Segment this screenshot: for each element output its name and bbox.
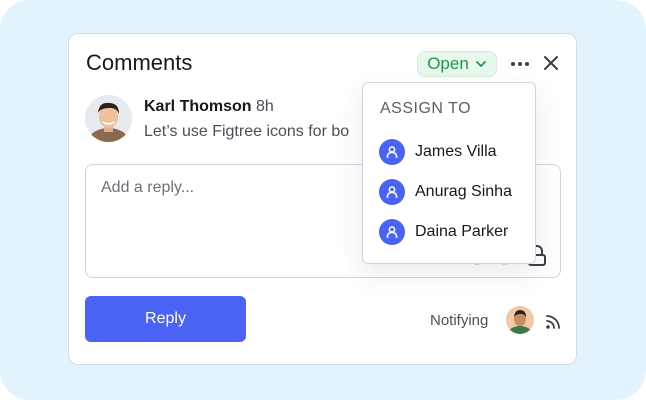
comment-text: Let’s use Figtree icons for bo bbox=[144, 123, 350, 140]
user-icon bbox=[379, 219, 405, 245]
assign-menu: ASSIGN TO James Villa Anurag Sinha Daina… bbox=[362, 82, 536, 264]
assign-user-name: Daina Parker bbox=[415, 223, 509, 240]
assign-menu-header: ASSIGN TO bbox=[380, 100, 472, 117]
comment-timestamp: 8h bbox=[256, 98, 274, 115]
notified-user-avatar[interactable] bbox=[506, 306, 534, 334]
reply-button[interactable]: Reply bbox=[85, 296, 246, 342]
reply-placeholder: Add a reply... bbox=[101, 179, 195, 196]
chevron-down-icon bbox=[475, 61, 486, 67]
assign-user-item[interactable]: James Villa bbox=[379, 138, 497, 166]
assign-user-name: Anurag Sinha bbox=[415, 183, 512, 200]
status-label: Open bbox=[427, 54, 469, 73]
close-icon[interactable] bbox=[543, 55, 559, 71]
notifying-label: Notifying bbox=[430, 312, 489, 329]
status-dropdown[interactable]: Open bbox=[417, 51, 497, 77]
rss-icon[interactable] bbox=[545, 314, 561, 330]
user-icon bbox=[379, 139, 405, 165]
user-icon bbox=[379, 179, 405, 205]
author-avatar bbox=[85, 95, 132, 142]
more-options-icon[interactable] bbox=[509, 54, 531, 74]
assign-user-item[interactable]: Anurag Sinha bbox=[379, 178, 512, 206]
assign-user-item[interactable]: Daina Parker bbox=[379, 218, 508, 246]
panel-title: Comments bbox=[86, 50, 193, 75]
assign-user-name: James Villa bbox=[415, 143, 497, 160]
comment-author: Karl Thomson bbox=[144, 98, 252, 115]
